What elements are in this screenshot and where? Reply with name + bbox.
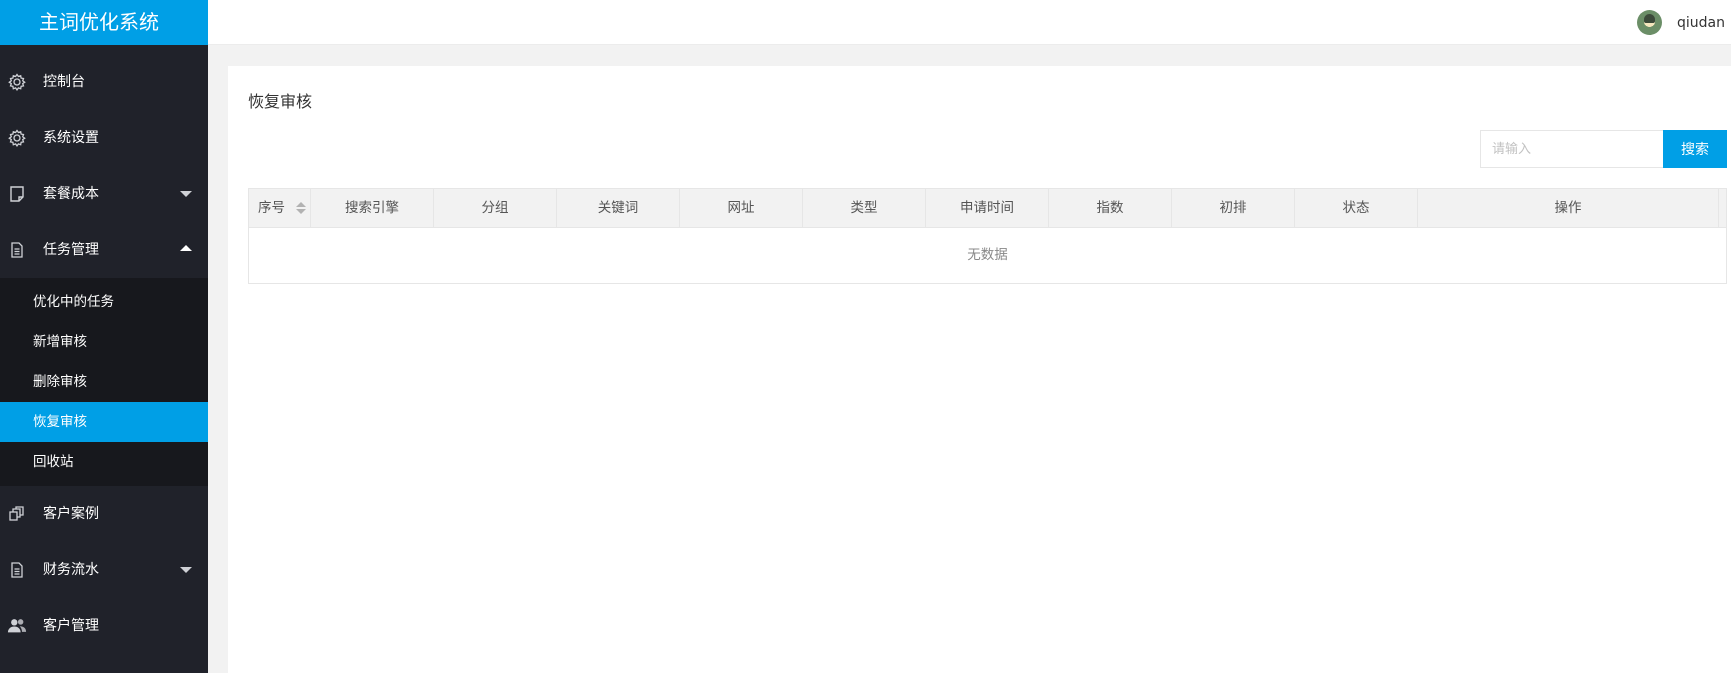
table-empty-text: 无数据 — [967, 247, 1008, 263]
sidebar-item-label: 系统设置 — [43, 130, 99, 146]
sort-icon[interactable] — [296, 202, 306, 214]
sidebar-item-package-cost[interactable]: 套餐成本 — [0, 166, 208, 222]
chevron-down-icon — [180, 191, 192, 197]
user-menu[interactable]: qiudan — [1637, 0, 1725, 45]
document-icon — [7, 240, 27, 260]
search-button[interactable]: 搜索 — [1663, 130, 1727, 168]
submenu-item-add-review[interactable]: 新增审核 — [0, 322, 208, 362]
note-icon — [7, 184, 27, 204]
username[interactable]: qiudan — [1677, 15, 1725, 31]
task-submenu: 优化中的任务 新增审核 删除审核 恢复审核 回收站 — [0, 278, 208, 486]
column-header-group: 分组 — [434, 189, 557, 227]
sidebar-item-label: 套餐成本 — [43, 186, 99, 202]
gear-icon — [7, 72, 27, 92]
search-input[interactable] — [1480, 130, 1664, 168]
sidebar-item-label: 财务流水 — [43, 562, 99, 578]
submenu-item-optimizing-tasks[interactable]: 优化中的任务 — [0, 282, 208, 322]
sidebar-item-settings[interactable]: 系统设置 — [0, 110, 208, 166]
top-header: qiudan — [208, 0, 1731, 45]
sidebar-item-label: 任务管理 — [43, 242, 99, 258]
column-header-index[interactable]: 序号 — [249, 189, 311, 227]
column-header-search-engine: 搜索引擎 — [311, 189, 434, 227]
chevron-down-icon — [180, 567, 192, 573]
sidebar-item-finance-flow[interactable]: 财务流水 — [0, 542, 208, 598]
page-title: 恢复审核 — [248, 92, 313, 111]
cards-icon — [7, 504, 27, 524]
column-header-type: 类型 — [803, 189, 926, 227]
users-icon — [7, 616, 27, 636]
submenu-item-recycle-bin[interactable]: 回收站 — [0, 442, 208, 482]
app-logo-title: 主词优化系统 — [0, 0, 208, 45]
sidebar-menu-lower: 客户案例 财务流水 客户管理 — [0, 486, 208, 654]
column-header-index-value: 指数 — [1049, 189, 1172, 227]
gear-icon — [7, 128, 27, 148]
submenu-item-restore-review[interactable]: 恢复审核 — [0, 402, 208, 442]
column-header-status: 状态 — [1295, 189, 1418, 227]
avatar[interactable] — [1637, 10, 1662, 35]
main-card: 恢复审核 搜索 序号 搜索引擎 分组 关键词 网址 类型 申请时间 指数 初排 … — [228, 66, 1731, 673]
column-header-keyword: 关键词 — [557, 189, 680, 227]
sidebar-item-label: 客户管理 — [43, 618, 99, 634]
sidebar: 主词优化系统 控制台 系统设置 套餐成本 任务管理 优化中的任务 新增审核 删除… — [0, 0, 208, 673]
sidebar-item-task-management[interactable]: 任务管理 — [0, 222, 208, 278]
data-table: 序号 搜索引擎 分组 关键词 网址 类型 申请时间 指数 初排 状态 操作 无数… — [248, 188, 1727, 284]
sidebar-item-customer-management[interactable]: 客户管理 — [0, 598, 208, 654]
column-header-apply-time: 申请时间 — [926, 189, 1049, 227]
table-header: 序号 搜索引擎 分组 关键词 网址 类型 申请时间 指数 初排 状态 操作 — [249, 189, 1726, 228]
sidebar-item-customer-cases[interactable]: 客户案例 — [0, 486, 208, 542]
sidebar-item-dashboard[interactable]: 控制台 — [0, 54, 208, 110]
sidebar-item-label: 控制台 — [43, 74, 85, 90]
submenu-item-delete-review[interactable]: 删除审核 — [0, 362, 208, 402]
column-header-url: 网址 — [680, 189, 803, 227]
column-header-actions: 操作 — [1418, 189, 1719, 227]
sidebar-item-label: 客户案例 — [43, 506, 99, 522]
document-icon — [7, 560, 27, 580]
sidebar-menu: 控制台 系统设置 套餐成本 任务管理 — [0, 54, 208, 278]
column-header-initial-rank: 初排 — [1172, 189, 1295, 227]
chevron-up-icon — [180, 245, 192, 251]
